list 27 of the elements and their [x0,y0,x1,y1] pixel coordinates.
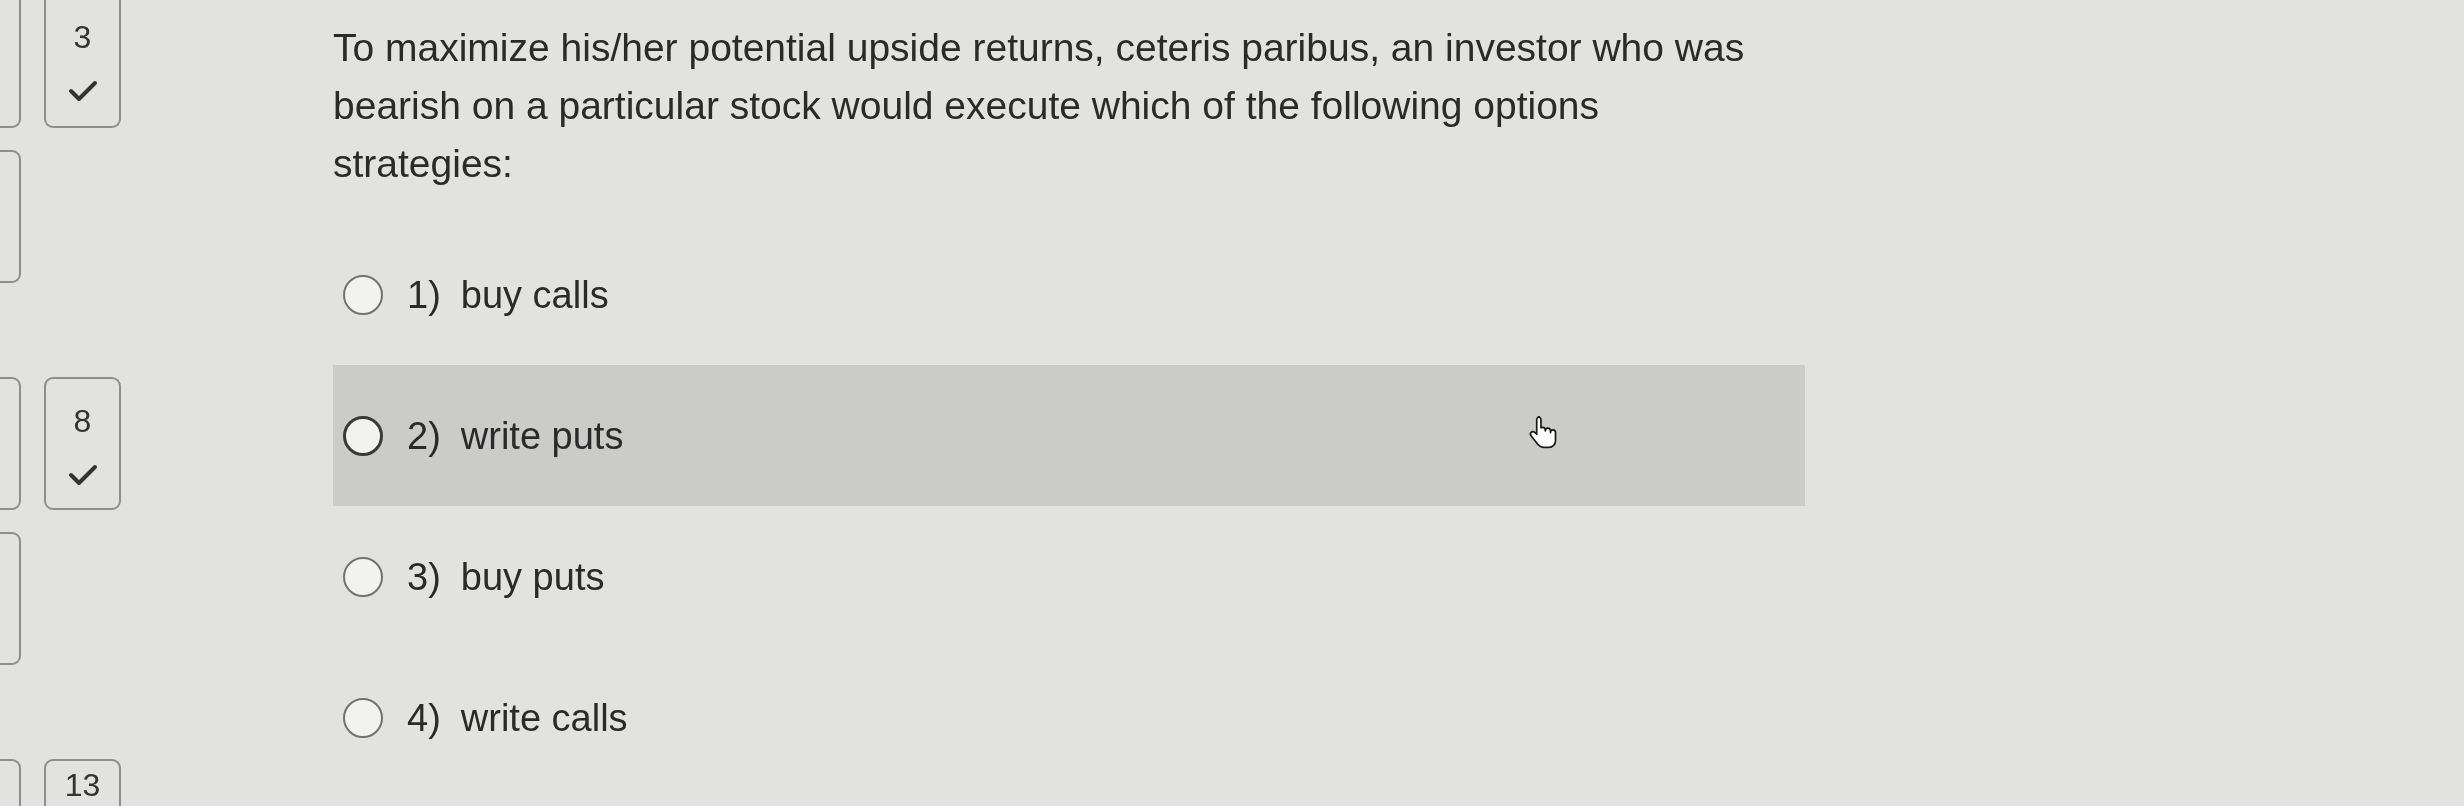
option-label: write puts [460,413,624,459]
question-text: To maximize his/her potential upside returns, ceteris paribus, an investor who was bearish on a particular stock would execute which of the following options strategies: [333,25,1746,187]
answer-option[interactable]: 1) buy calls [333,224,1805,365]
question-nav-tile[interactable]: 13 [44,759,121,806]
question-nav-tile[interactable] [0,532,21,665]
radio-button[interactable] [343,556,383,597]
option-number: 4) [407,695,441,741]
question-nav-tile[interactable]: 3 [44,0,121,128]
option-label: buy calls [460,272,609,318]
answer-option[interactable]: 2) write puts [333,365,1805,506]
option-label: write calls [460,695,628,741]
question-nav-tile[interactable] [0,150,21,283]
answer-option[interactable]: 4) write calls [333,647,1805,788]
question-nav-tile[interactable] [0,377,21,510]
radio-button[interactable] [343,274,383,315]
check-icon [67,80,98,102]
option-number: 3) [407,554,441,600]
radio-button[interactable] [343,415,383,456]
question-nav-tile[interactable]: 8 [44,377,121,510]
option-number: 2) [407,413,441,459]
option-label: buy puts [460,554,605,600]
question-nav-tile[interactable] [0,759,21,806]
question-nav-tile[interactable] [0,0,21,128]
answer-option[interactable]: 3) buy puts [333,506,1805,647]
check-icon [67,464,98,486]
radio-button[interactable] [343,697,383,738]
option-number: 1) [407,272,441,318]
